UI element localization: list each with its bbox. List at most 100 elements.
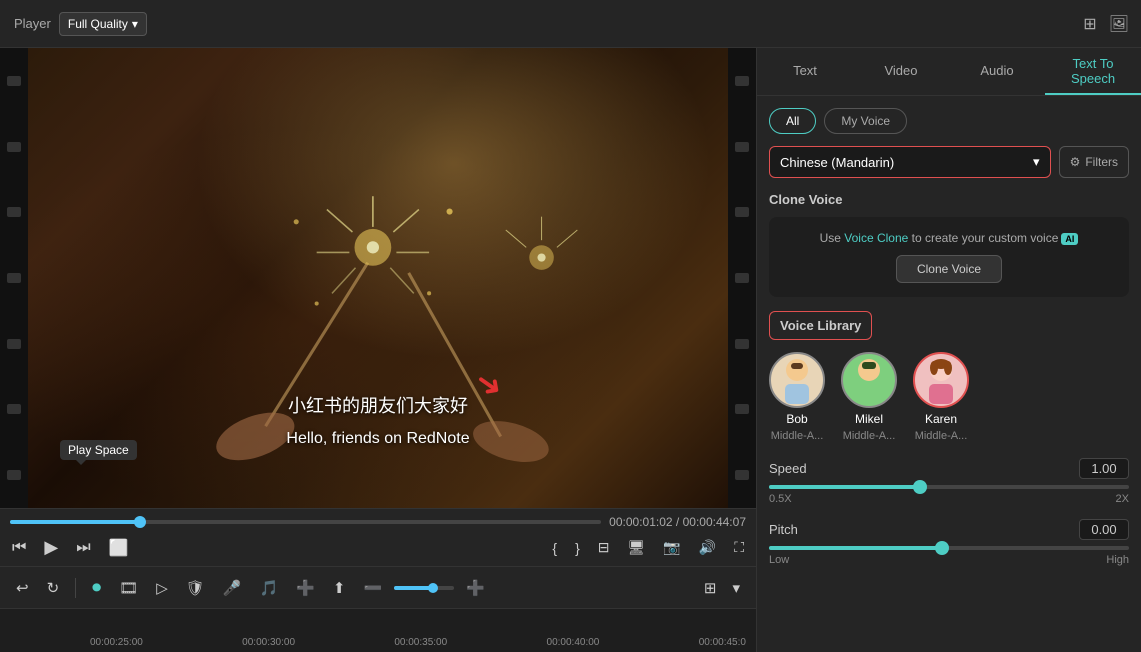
clone-voice-button[interactable]: Clone Voice: [896, 255, 1002, 283]
speed-max-label: 2X: [1116, 493, 1129, 505]
record-button[interactable]: ⏺: [86, 573, 107, 602]
timestamp-4: 00:00:40:00: [547, 637, 600, 648]
timeline-ruler: 00:00:25:00 00:00:30:00 00:00:35:00 00:0…: [0, 608, 756, 652]
timestamp-5: 00:00:45:0: [699, 637, 746, 648]
film-hole: [7, 207, 21, 217]
bracket-open-button[interactable]: {: [550, 538, 559, 558]
skip-back-button[interactable]: ⏮: [10, 537, 28, 559]
avatar-mikel: [841, 352, 897, 408]
total-time: 00:00:44:07: [683, 515, 746, 529]
quality-dropdown[interactable]: Full Quality ▾: [59, 12, 147, 36]
volume-thumb[interactable]: [428, 583, 438, 593]
film-hole: [7, 273, 21, 283]
playback-controls: 00:00:01:02 / 00:00:44:07 Play Space ⏮ ▶…: [0, 508, 756, 566]
bracket-close-button[interactable]: }: [573, 538, 582, 558]
speed-fill: [769, 485, 920, 489]
chevron-down-icon: ▾: [132, 17, 138, 31]
media-button[interactable]: 🎞: [113, 575, 144, 601]
pitch-label: Pitch: [769, 522, 798, 537]
grid-view-button[interactable]: ⊞: [698, 575, 723, 601]
voice-item-karen[interactable]: Karen Middle-A...: [913, 352, 969, 442]
voice-desc-bob: Middle-A...: [771, 430, 824, 442]
tab-tts[interactable]: Text To Speech: [1045, 48, 1141, 95]
film-hole: [7, 76, 21, 86]
top-bar-icons: ⊞ 🖼: [1083, 14, 1141, 34]
screen-button[interactable]: 🖥: [626, 537, 648, 558]
plus-button[interactable]: ➕: [460, 575, 491, 601]
language-value: Chinese (Mandarin): [780, 155, 894, 170]
forward-button[interactable]: ↻: [41, 575, 66, 601]
film-hole: [735, 339, 749, 349]
clone-voice-description: Use Voice Clone to create your custom vo…: [783, 231, 1115, 245]
video-preview: ➜ 小红书的朋友们大家好 Hello, friends on RedNote: [0, 48, 756, 508]
current-time: 00:00:01:02: [609, 515, 672, 529]
pitch-track[interactable]: [769, 546, 1129, 550]
voice-desc-mikel: Middle-A...: [843, 430, 896, 442]
film-hole: [7, 404, 21, 414]
film-hole: [735, 404, 749, 414]
tab-audio[interactable]: Audio: [949, 48, 1045, 95]
pitch-value: 0.00: [1079, 519, 1129, 540]
clone-voice-section-label: Clone Voice: [769, 192, 1129, 207]
speed-label: Speed: [769, 461, 807, 476]
music-button[interactable]: 🎵: [253, 575, 284, 601]
film-hole: [735, 207, 749, 217]
volume-slider[interactable]: [394, 586, 454, 590]
separator: [75, 578, 76, 598]
progress-thumb[interactable]: [134, 516, 146, 528]
image-icon[interactable]: 🖼: [1109, 14, 1129, 34]
add-media-button[interactable]: ➕: [290, 575, 321, 601]
all-voices-tab[interactable]: All: [769, 108, 816, 134]
grid-icon[interactable]: ⊞: [1083, 14, 1096, 34]
undo-button[interactable]: ↩: [10, 575, 35, 601]
my-voice-tab[interactable]: My Voice: [824, 108, 907, 134]
avatar-bob: [769, 352, 825, 408]
play-button[interactable]: ▶: [42, 535, 60, 560]
film-hole: [7, 142, 21, 152]
controls-row: ⏮ ▶ ⏭ ⬜ { } ⊟ 🖥 📷 🔊 ⛶: [10, 535, 746, 560]
fullscreen-button[interactable]: ⛶: [732, 537, 746, 558]
skip-forward-button[interactable]: ⏭: [74, 537, 92, 559]
tab-text[interactable]: Text: [757, 48, 853, 95]
ruler-time-labels: 00:00:25:00 00:00:30:00 00:00:35:00 00:0…: [80, 637, 756, 648]
camera-button[interactable]: 📷: [661, 537, 682, 558]
zoom-controls: ⊞ ▾: [698, 575, 746, 601]
bottom-toolbar: ↩ ↻ ⏺ 🎞 ▷ 🛡 🎤 🎵 ➕ ⬆ ➖ ➕ ⊞ ▾: [0, 566, 756, 608]
pitch-header: Pitch 0.00: [769, 519, 1129, 540]
avatar-karen: [913, 352, 969, 408]
video-panel: ➜ 小红书的朋友们大家好 Hello, friends on RedNote: [0, 48, 756, 652]
voice-library-label: Voice Library: [769, 311, 872, 340]
voice-item-bob[interactable]: Bob Middle-A...: [769, 352, 825, 442]
time-display: 00:00:01:02 / 00:00:44:07: [609, 515, 746, 529]
film-hole: [735, 470, 749, 480]
timestamp-3: 00:00:35:00: [394, 637, 447, 648]
right-panel: Text Video Audio Text To Speech All My V…: [756, 48, 1141, 652]
speed-thumb[interactable]: [913, 480, 927, 494]
shield-button[interactable]: 🛡: [180, 575, 211, 601]
voice-desc-karen: Middle-A...: [915, 430, 968, 442]
clone-voice-box: Use Voice Clone to create your custom vo…: [769, 217, 1129, 297]
voice-avatars: Bob Middle-A... Mikel Middle-A...: [769, 352, 1129, 442]
language-dropdown[interactable]: Chinese (Mandarin) ▾: [769, 146, 1051, 178]
tab-video[interactable]: Video: [853, 48, 949, 95]
volume-button[interactable]: 🔊: [697, 537, 718, 558]
progress-track[interactable]: [10, 520, 601, 524]
import-button[interactable]: ⬆: [327, 575, 352, 601]
film-hole: [735, 76, 749, 86]
crop-button[interactable]: ⬜: [107, 536, 131, 560]
film-strip-left: [0, 48, 28, 508]
voice-item-mikel[interactable]: Mikel Middle-A...: [841, 352, 897, 442]
pitch-thumb[interactable]: [935, 541, 949, 555]
right-tabs: Text Video Audio Text To Speech: [757, 48, 1141, 96]
voice-clone-link[interactable]: Voice Clone: [844, 231, 908, 245]
speed-section: Speed 1.00 0.5X 2X: [769, 458, 1129, 505]
dropdown-button[interactable]: ▾: [726, 575, 746, 601]
filter-button[interactable]: ⚙ Filters: [1059, 146, 1129, 178]
voice-name-karen: Karen: [925, 412, 957, 426]
split-button[interactable]: ⊟: [596, 537, 612, 558]
mic-button[interactable]: 🎤: [217, 575, 248, 601]
minus-button[interactable]: ➖: [357, 575, 388, 601]
speed-track[interactable]: [769, 485, 1129, 489]
volume-slider-container: [394, 586, 454, 590]
play-small-button[interactable]: ▷: [150, 575, 174, 601]
